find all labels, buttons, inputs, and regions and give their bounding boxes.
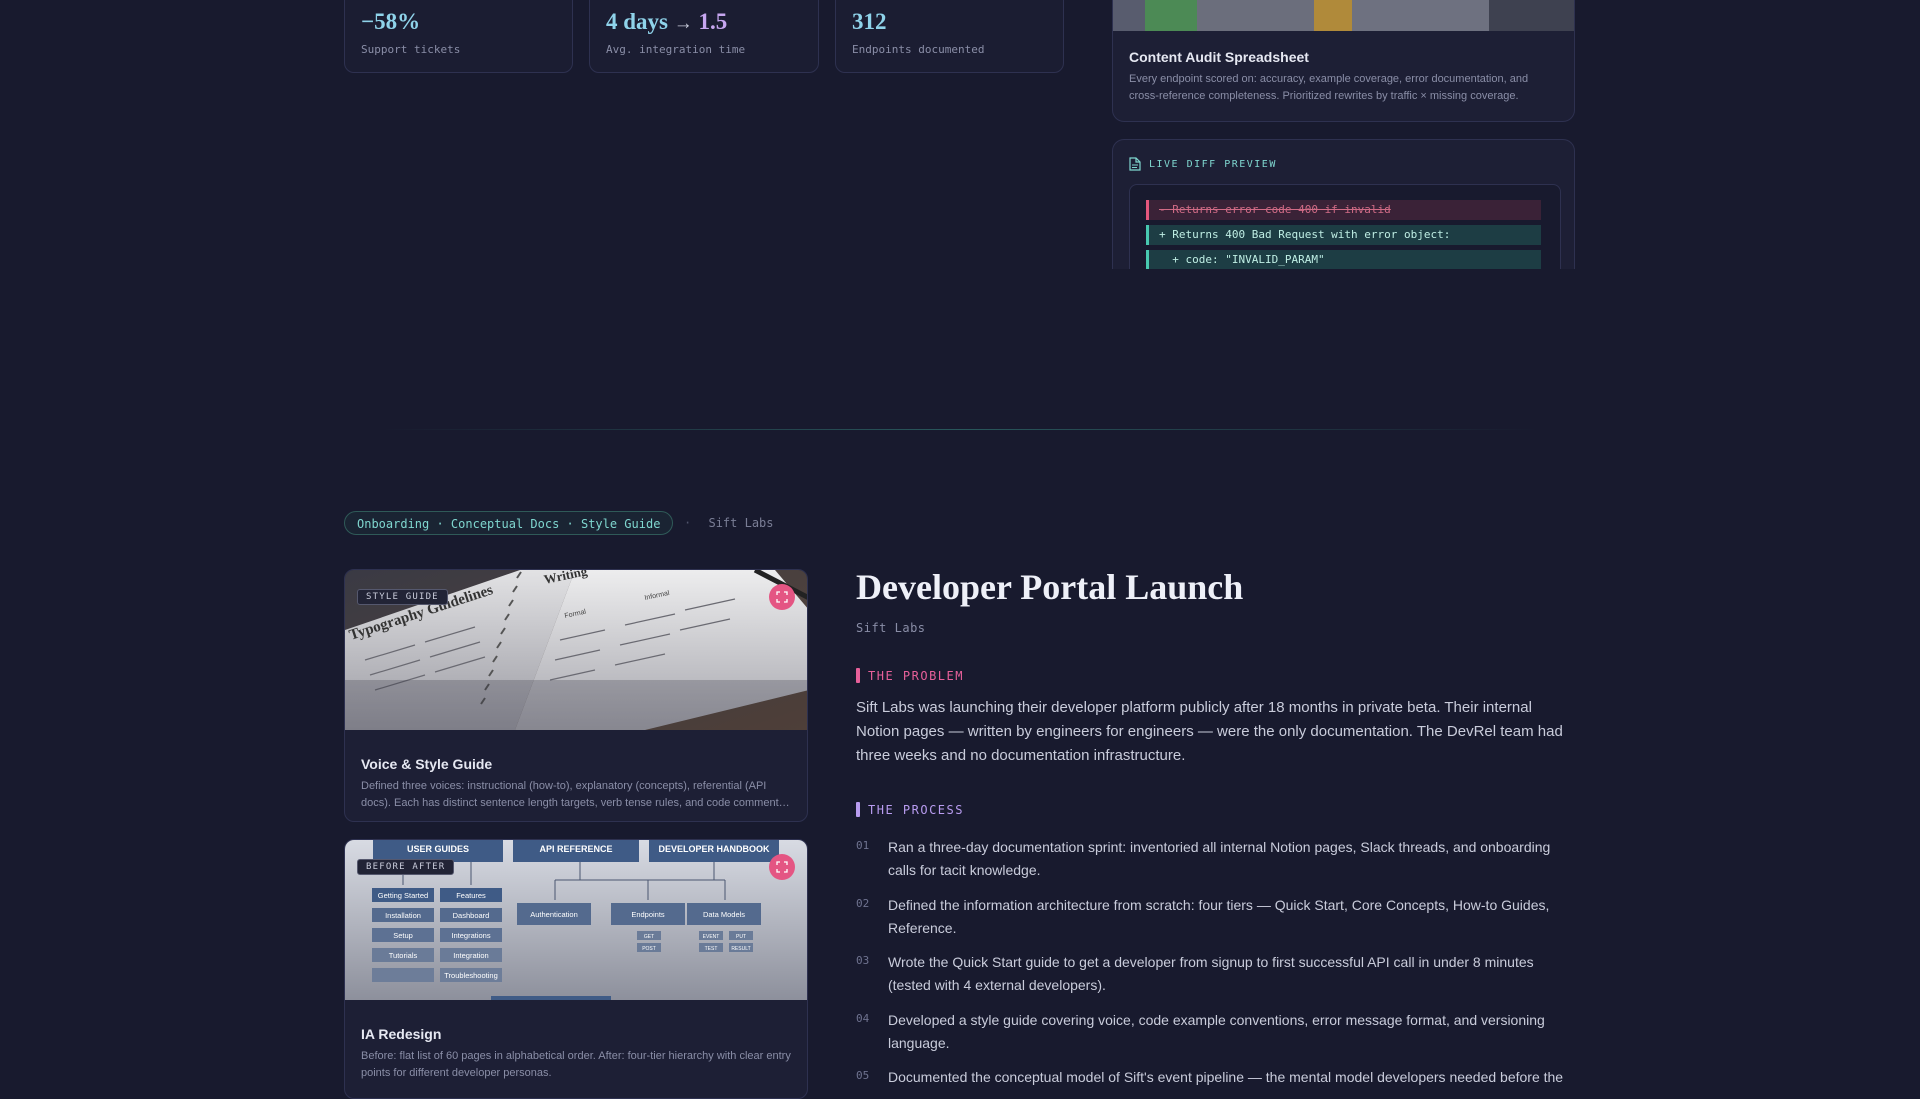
image-text: POST: [642, 946, 656, 952]
image-text: RESULT: [731, 946, 750, 952]
project-tags: Onboarding · Conceptual Docs · Style Gui…: [344, 511, 674, 535]
problem-text: Sift Labs was launching their developer …: [856, 699, 1563, 764]
process-step: 05 Documented the conceptual model of Si…: [856, 1066, 1566, 1089]
process-step: 04 Developed a style guide covering voic…: [856, 1009, 1566, 1055]
diff-line-added: + code: "INVALID_PARAM": [1146, 250, 1541, 269]
image-text: Installation: [385, 911, 421, 920]
image-text: EVENT: [703, 934, 720, 940]
image-text: Setup: [393, 931, 413, 940]
diff-code-block: - Returns error code 400 if invalid + Re…: [1129, 184, 1561, 269]
stat-value: 312: [852, 9, 887, 34]
client-name: Sift Labs: [708, 516, 774, 530]
stat-card-endpoints: 312 Endpoints documented: [835, 0, 1064, 73]
image-text: Tutorials: [389, 951, 418, 960]
section-divider: [380, 429, 1540, 430]
expand-icon: [776, 591, 788, 603]
work-card-description: Defined three voices: instructional (how…: [361, 780, 779, 809]
step-text: Developed a style guide covering voice, …: [888, 1012, 1545, 1051]
image-text: DEVELOPER HANDBOOK: [658, 844, 770, 854]
step-number: 03: [856, 954, 870, 967]
process-section-label: THE PROCESS: [856, 802, 964, 817]
work-card-style-guide[interactable]: Typography Guidelines Writing Formal Inf…: [344, 569, 808, 822]
audit-card-title: Content Audit Spreadsheet: [1129, 49, 1309, 65]
expand-icon: [776, 861, 788, 873]
step-text: Wrote the Quick Start guide to get a dev…: [888, 954, 1534, 993]
step-number: 02: [856, 897, 870, 910]
spreadsheet-thumbnail: [1113, 0, 1574, 31]
image-text: Features: [456, 891, 486, 900]
diff-line-added: + Returns 400 Bad Request with error obj…: [1146, 225, 1541, 245]
step-number: 04: [856, 1012, 870, 1025]
image-text: GET: [644, 934, 654, 940]
stat-value-from: 4 days: [606, 9, 668, 34]
stat-label: Support tickets: [361, 43, 461, 56]
image-text: USER GUIDES: [407, 844, 469, 854]
style-guide-image: Typography Guidelines Writing Formal Inf…: [345, 570, 807, 730]
work-card-badge: STYLE GUIDE: [357, 589, 448, 605]
project-subtitle: Sift Labs: [856, 621, 926, 635]
image-text: API REFERENCE: [539, 844, 612, 854]
step-text: Defined the information architecture fro…: [888, 897, 1550, 936]
arrow-right-icon: →: [673, 13, 693, 34]
live-diff-label: LIVE DIFF PREVIEW: [1149, 158, 1277, 170]
stat-value: 4 days → 1.5: [606, 9, 727, 35]
image-text: Getting Started: [378, 891, 428, 900]
stat-label: Avg. integration time: [606, 43, 746, 56]
project-title: Developer Portal Launch: [856, 567, 1244, 607]
image-text: Dashboard: [453, 911, 490, 920]
step-number: 05: [856, 1069, 870, 1082]
step-number: 01: [856, 839, 870, 852]
audit-card-description: Every endpoint scored on: accuracy, exam…: [1129, 73, 1529, 102]
process-step: 03 Wrote the Quick Start guide to get a …: [856, 951, 1566, 997]
audit-card[interactable]: Content Audit Spreadsheet Every endpoint…: [1112, 0, 1575, 122]
document-icon: [1129, 157, 1141, 171]
process-step: 01 Ran a three-day documentation sprint:…: [856, 836, 1566, 882]
live-diff-header: LIVE DIFF PREVIEW: [1129, 157, 1277, 171]
stat-value: −58%: [361, 9, 421, 34]
process-step: 02 Defined the information architecture …: [856, 894, 1566, 940]
stat-card-support: −58% Support tickets: [344, 0, 573, 73]
work-card-title: IA Redesign: [361, 1026, 442, 1042]
stat-value-to: 1.5: [698, 9, 728, 34]
image-text: PUT: [736, 934, 746, 940]
image-text: Troubleshooting: [444, 971, 498, 980]
work-card-badge: BEFORE AFTER: [357, 859, 455, 875]
stat-card-integration: 4 days → 1.5 Avg. integration time: [589, 0, 819, 73]
image-text: Authentication: [530, 910, 578, 919]
separator-dot: ·: [684, 516, 692, 530]
work-card-title: Voice & Style Guide: [361, 756, 493, 772]
image-text: Integration: [453, 951, 488, 960]
image-text: TEST: [705, 946, 718, 952]
expand-button[interactable]: [769, 854, 795, 880]
work-card-ia-redesign[interactable]: USER GUIDES API REFERENCE DEVELOPER HAND…: [344, 839, 808, 1099]
step-text: Ran a three-day documentation sprint: in…: [888, 839, 1551, 878]
ia-diagram-image: USER GUIDES API REFERENCE DEVELOPER HAND…: [345, 840, 807, 1000]
image-text: Integrations: [451, 931, 490, 940]
image-text: Data Models: [703, 910, 745, 919]
step-text: Documented the conceptual model of Sift'…: [888, 1069, 1564, 1085]
work-card-description: Before: flat list of 60 pages in alphabe…: [361, 1050, 791, 1079]
problem-section-label: THE PROBLEM: [856, 668, 964, 683]
project-client-meta: · Sift Labs: [684, 516, 774, 530]
diff-line-removed: - Returns error code 400 if invalid: [1146, 200, 1541, 220]
live-diff-card: LIVE DIFF PREVIEW - Returns error code 4…: [1112, 139, 1575, 269]
stat-label: Endpoints documented: [852, 43, 985, 56]
expand-button[interactable]: [769, 584, 795, 610]
image-text: Endpoints: [631, 910, 665, 919]
